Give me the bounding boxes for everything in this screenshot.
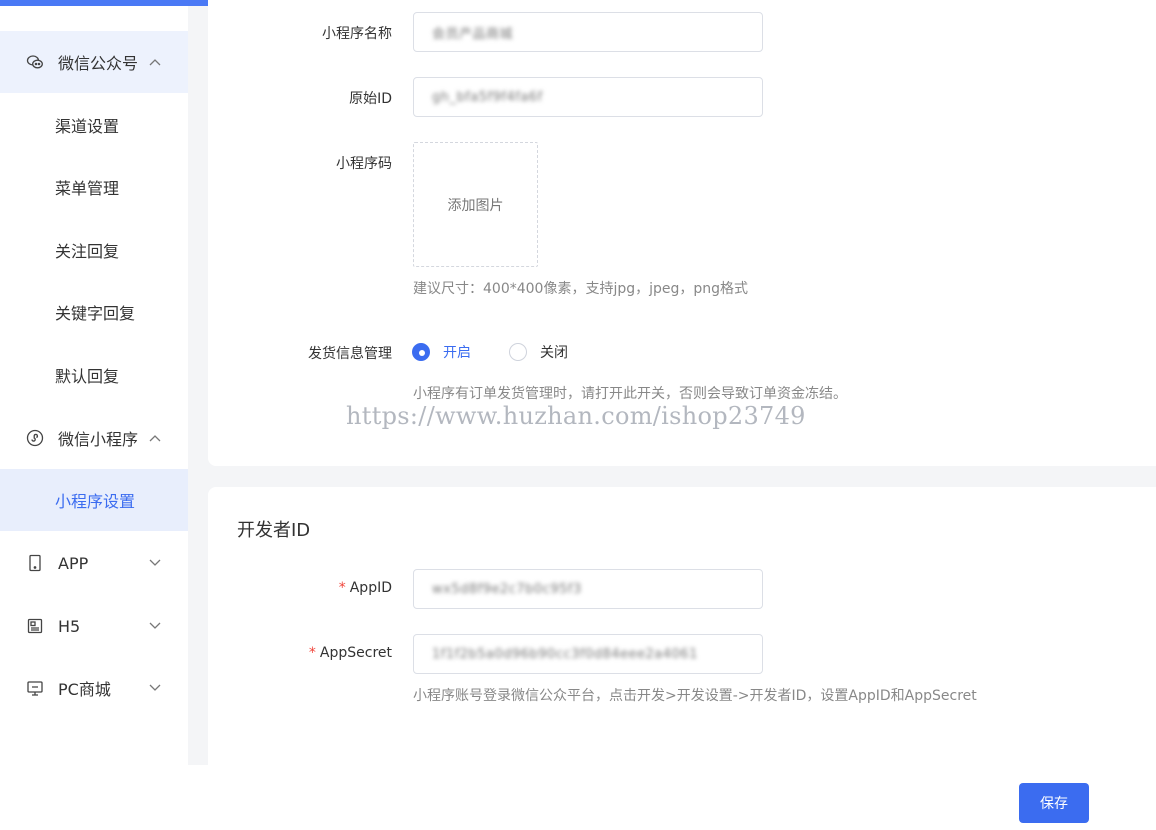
developer-id-panel [208, 487, 1156, 765]
sidebar-item-default-reply[interactable]: 默认回复 [0, 344, 188, 406]
sidebar-group-wechat[interactable]: 微信公众号 [0, 31, 188, 93]
sidebar-item-follow-reply[interactable]: 关注回复 [0, 219, 188, 281]
sidebar-group-miniprogram[interactable]: 微信小程序 [0, 407, 188, 469]
original-id-field[interactable]: gh_bfa5f9f4fa6f [413, 77, 763, 117]
watermark-text: https://www.huzhan.com/ishop23749 [346, 402, 806, 430]
sidebar-item-menu-management[interactable]: 菜单管理 [0, 156, 188, 218]
required-mark: * [308, 645, 316, 661]
appsecret-field[interactable]: 1f1f2b5a0d96b90cc3f0d84eee2a4061 [413, 634, 763, 674]
sidebar-group-h5[interactable]: H5 [0, 595, 188, 657]
upload-text: 添加图片 [447, 197, 504, 214]
required-mark: * [338, 580, 346, 596]
size-hint: 建议尺寸：400*400像素，支持jpg，jpeg，png格式 [413, 281, 749, 297]
phone-icon [26, 554, 44, 572]
save-button[interactable]: 保存 [1019, 783, 1089, 823]
sidebar-item-label: 默认回复 [55, 367, 120, 386]
original-id-label: 原始ID [349, 91, 392, 107]
sidebar-group-label: 微信公众号 [58, 54, 139, 73]
sidebar-item-keyword-reply[interactable]: 关键字回复 [0, 281, 188, 343]
radio-dot [509, 343, 527, 361]
sidebar-item-label: 菜单管理 [55, 179, 120, 198]
developer-hint: 小程序账号登录微信公众平台，点击开发>开发设置->开发者ID，设置AppID和A… [413, 688, 977, 704]
field-value: wx5d8f9e2c7b0c95f3 [432, 581, 582, 597]
footer-bar [0, 765, 1156, 830]
add-image-uploader[interactable]: 添加图片 [413, 142, 538, 267]
shipping-label: 发货信息管理 [308, 346, 392, 362]
radio-label: 开启 [443, 345, 471, 361]
sidebar-group-label: APP [58, 553, 89, 573]
appid-label: * AppID [339, 580, 392, 596]
label-text: AppSecret [319, 645, 392, 661]
appid-field[interactable]: wx5d8f9e2c7b0c95f3 [413, 569, 763, 609]
sidebar-item-miniprogram-settings[interactable]: 小程序设置 [0, 469, 188, 531]
chevron-up-icon [148, 431, 162, 445]
sidebar-group-pc-mall[interactable]: PC商城 [0, 657, 188, 719]
chevron-down-icon [148, 556, 162, 570]
shipping-radio-on[interactable]: 开启 [412, 342, 471, 362]
shipping-hint: 小程序有订单发货管理时，请打开此开关，否则会导致订单资金冻结。 [413, 386, 847, 402]
section-title: 开发者ID [237, 520, 311, 541]
sidebar-item-label: 关注回复 [55, 242, 120, 261]
field-value: 1f1f2b5a0d96b90cc3f0d84eee2a4061 [432, 646, 698, 662]
sidebar-item-label: 关键字回复 [55, 304, 136, 323]
sidebar-item-label: 小程序设置 [55, 492, 136, 511]
field-value: 会员产品商城 [432, 26, 514, 42]
sidebar-item-channel-settings[interactable]: 渠道设置 [0, 94, 188, 156]
chevron-down-icon [148, 619, 162, 633]
code-label: 小程序码 [336, 156, 392, 172]
sidebar-group-app[interactable]: APP [0, 532, 188, 594]
wechat-icon [26, 53, 44, 71]
shipping-radio-off[interactable]: 关闭 [509, 342, 568, 362]
name-label: 小程序名称 [322, 26, 392, 42]
miniprogram-icon [26, 429, 44, 447]
label-text: AppID [349, 580, 392, 596]
sidebar-group-label: 微信小程序 [58, 430, 139, 449]
radio-dot [412, 343, 430, 361]
miniprogram-name-field[interactable]: 会员产品商城 [413, 12, 763, 52]
sidebar-group-label: PC商城 [58, 680, 111, 699]
sidebar-group-label: H5 [58, 616, 81, 636]
monitor-icon [26, 679, 44, 697]
field-value: gh_bfa5f9f4fa6f [432, 89, 543, 105]
chevron-down-icon [148, 681, 162, 695]
h5-icon [26, 617, 44, 635]
chevron-up-icon [148, 55, 162, 69]
sidebar: 微信公众号 渠道设置 菜单管理 关注回复 关键字回复 默认回复 微信小程序 小程… [0, 6, 188, 830]
sidebar-item-label: 渠道设置 [55, 117, 120, 136]
appsecret-label: * AppSecret [309, 645, 392, 661]
radio-label: 关闭 [540, 345, 568, 361]
